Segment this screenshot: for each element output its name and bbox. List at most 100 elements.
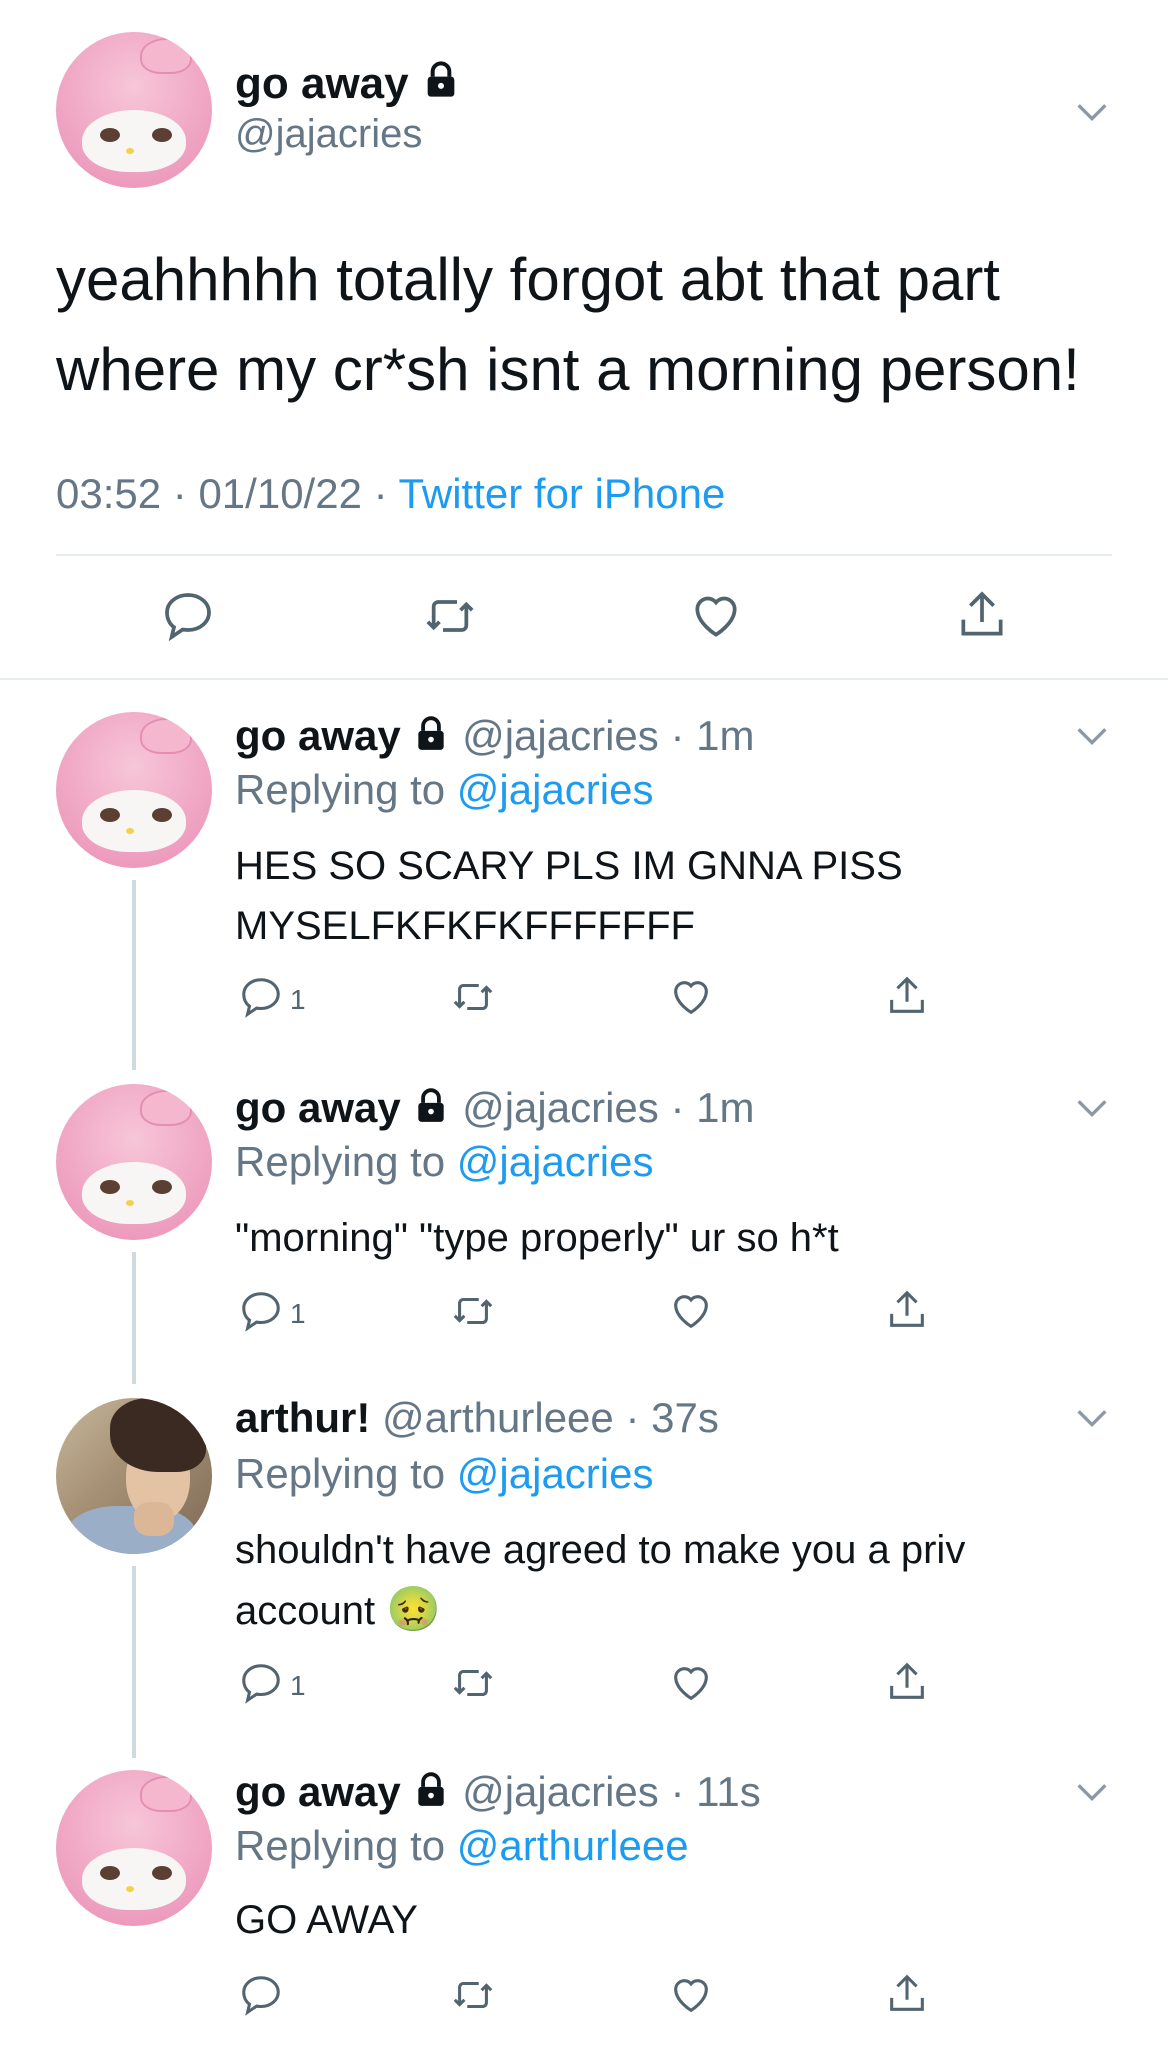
avatar[interactable]: [56, 1084, 212, 1240]
chevron-down-icon[interactable]: [1072, 1398, 1112, 1443]
replying-prefix: Replying to: [235, 1450, 446, 1497]
separator: ·: [670, 1768, 685, 1815]
reply-icon: [238, 1972, 284, 2023]
share-icon: [884, 1286, 930, 1339]
share-icon: [884, 972, 930, 1025]
lock-icon: [412, 1083, 450, 1139]
like-button[interactable]: [668, 1660, 714, 1711]
lock-icon: [412, 1767, 450, 1823]
share-button[interactable]: [884, 1970, 930, 2023]
reply-icon: [160, 588, 216, 649]
reply-button[interactable]: 1: [238, 1660, 306, 1711]
display-name[interactable]: go away: [235, 1768, 401, 1815]
reply-text-line: "morning" "type properly" ur so h*t: [235, 1216, 839, 1260]
heart-icon: [688, 588, 744, 649]
tweet-age: 1m: [696, 1084, 755, 1131]
reply-text-line: HES SO SCARY PLS IM GNNA PISS: [235, 844, 903, 888]
heart-icon: [668, 1660, 714, 1711]
tweet-age: 37s: [651, 1394, 719, 1441]
retweet-button[interactable]: [420, 588, 480, 649]
display-name[interactable]: go away: [235, 59, 409, 108]
chevron-down-icon[interactable]: [1072, 1772, 1112, 1817]
thread-line: [132, 1252, 136, 1384]
share-icon: [884, 1970, 930, 2023]
display-name[interactable]: go away: [235, 1084, 401, 1131]
retweet-button[interactable]: [448, 1972, 498, 2023]
chevron-down-icon[interactable]: [1072, 1088, 1112, 1133]
replying-to-link[interactable]: @arthurleee: [457, 1822, 689, 1869]
replying-prefix: Replying to: [235, 1138, 446, 1185]
separator: ·: [670, 712, 685, 759]
share-icon: [954, 586, 1010, 649]
replying-prefix: Replying to: [235, 1822, 446, 1869]
like-button[interactable]: [688, 588, 744, 649]
thread-line: [132, 880, 136, 1070]
display-name[interactable]: arthur!: [235, 1394, 370, 1441]
reply-button[interactable]: 1: [238, 1288, 306, 1339]
tweet-time: 03:52: [56, 470, 162, 517]
reply-text-line: account: [235, 1589, 376, 1633]
replying-prefix: Replying to: [235, 766, 446, 813]
separator: ·: [172, 470, 187, 517]
separator: ·: [625, 1394, 640, 1441]
share-button[interactable]: [884, 1658, 930, 1711]
reply-text-line: MYSELFKFKFKFFFFFFF: [235, 904, 695, 948]
replying-to-link[interactable]: @jajacries: [457, 766, 654, 813]
retweet-button[interactable]: [448, 1660, 498, 1711]
replying-to-link[interactable]: @jajacries: [457, 1138, 654, 1185]
tweet-age: 11s: [696, 1768, 761, 1815]
divider: [56, 554, 1112, 556]
reply-icon: [238, 1660, 284, 1711]
reply-count: 1: [290, 1297, 306, 1329]
like-button[interactable]: [668, 1972, 714, 2023]
reply-count: 1: [290, 1669, 306, 1701]
handle[interactable]: @jajacries: [462, 712, 659, 759]
retweet-icon: [448, 974, 498, 1025]
retweet-button[interactable]: [448, 1288, 498, 1339]
lock-icon: [412, 711, 450, 767]
avatar[interactable]: [56, 32, 212, 188]
heart-icon: [668, 1972, 714, 2023]
share-icon: [884, 1658, 930, 1711]
avatar[interactable]: [56, 712, 212, 868]
retweet-icon: [448, 1972, 498, 2023]
reply-text-line: shouldn't have agreed to make you a priv: [235, 1528, 966, 1572]
tweet-date: 01/10/22: [198, 470, 362, 517]
display-name[interactable]: go away: [235, 712, 401, 759]
reply-text-line: GO AWAY: [235, 1898, 418, 1942]
handle[interactable]: @jajacries: [462, 1768, 659, 1815]
heart-icon: [668, 1288, 714, 1339]
tweet-text-line: where my cr*sh isnt a morning person!: [56, 336, 1080, 403]
share-button[interactable]: [884, 972, 930, 1025]
tweet-source-link[interactable]: Twitter for iPhone: [399, 470, 726, 517]
reply-icon: [238, 1288, 284, 1339]
chevron-down-icon[interactable]: [1072, 92, 1112, 137]
separator: ·: [670, 1084, 685, 1131]
thread-line: [132, 1566, 136, 1758]
divider: [0, 678, 1168, 680]
heart-icon: [668, 974, 714, 1025]
retweet-icon: [448, 1288, 498, 1339]
tweet-age: 1m: [696, 712, 755, 759]
replying-to-link[interactable]: @jajacries: [457, 1450, 654, 1497]
handle[interactable]: @arthurleee: [382, 1394, 614, 1441]
retweet-button[interactable]: [448, 974, 498, 1025]
nauseated-face-emoji: 🤢: [386, 1585, 442, 1634]
reply-button[interactable]: [160, 588, 216, 649]
retweet-icon: [448, 1660, 498, 1711]
lock-icon: [421, 58, 461, 114]
handle[interactable]: @jajacries: [462, 1084, 659, 1131]
avatar[interactable]: [56, 1398, 212, 1554]
share-button[interactable]: [884, 1286, 930, 1339]
reply-count: 1: [290, 983, 306, 1015]
like-button[interactable]: [668, 1288, 714, 1339]
chevron-down-icon[interactable]: [1072, 716, 1112, 761]
reply-button[interactable]: 1: [238, 974, 306, 1025]
like-button[interactable]: [668, 974, 714, 1025]
separator: ·: [373, 470, 388, 517]
handle[interactable]: @jajacries: [235, 112, 422, 157]
avatar[interactable]: [56, 1770, 212, 1926]
reply-button[interactable]: [238, 1972, 284, 2023]
tweet-text-line: yeahhhhh totally forgot abt that part: [56, 246, 1000, 313]
share-button[interactable]: [954, 586, 1010, 649]
